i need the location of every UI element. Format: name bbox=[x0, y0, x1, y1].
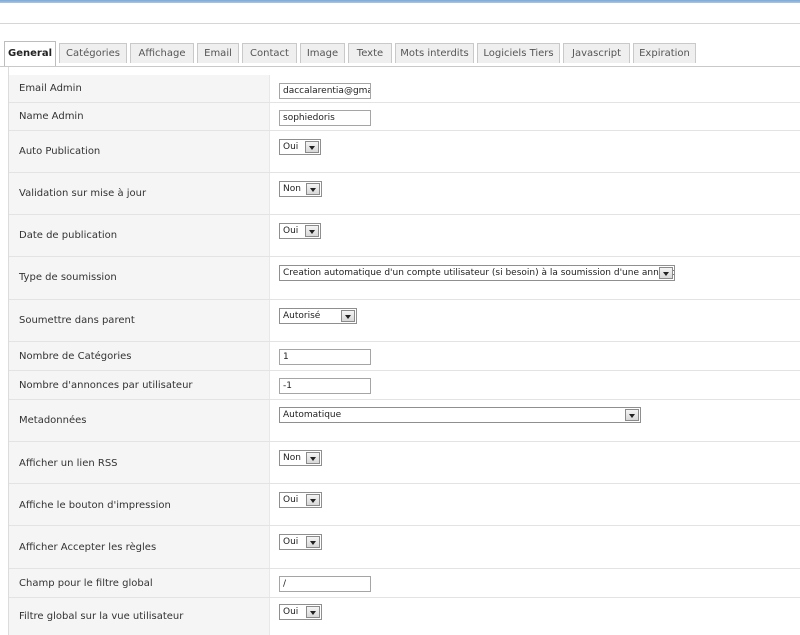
filtre-global-champ-label: Champ pour le filtre global bbox=[19, 578, 153, 589]
date-publication-select[interactable]: Oui bbox=[279, 223, 321, 239]
filtre-global-vue-select[interactable]: Oui bbox=[279, 604, 322, 620]
tab-texte[interactable]: Texte bbox=[348, 43, 392, 63]
type-soumission-select[interactable]: Creation automatique d'un compte utilisa… bbox=[279, 265, 675, 281]
validation-mise-a-jour-label: Validation sur mise à jour bbox=[19, 188, 147, 199]
auto-publication-label: Auto Publication bbox=[19, 146, 101, 157]
metadonnees-select[interactable]: Automatique bbox=[279, 407, 641, 423]
row-date-publication: Date de publication Oui bbox=[9, 215, 800, 257]
filtre-global-vue-label: Filtre global sur la vue utilisateur bbox=[19, 611, 184, 622]
dropdown-arrow-icon bbox=[306, 606, 320, 618]
row-filtre-global-vue: Filtre global sur la vue utilisateur Oui bbox=[9, 598, 800, 635]
type-soumission-label: Type de soumission bbox=[19, 272, 117, 283]
dropdown-arrow-icon bbox=[305, 141, 319, 153]
email-admin-label: Email Admin bbox=[19, 83, 82, 94]
filtre-global-champ-input[interactable]: / bbox=[279, 576, 371, 592]
dropdown-arrow-icon bbox=[306, 536, 320, 548]
dropdown-arrow-icon bbox=[306, 494, 320, 506]
row-metadonnees: Metadonnées Automatique bbox=[9, 400, 800, 442]
tab-logiciels-tiers[interactable]: Logiciels Tiers bbox=[477, 43, 560, 63]
dropdown-arrow-icon bbox=[659, 267, 673, 279]
soumettre-parent-label: Soumettre dans parent bbox=[19, 315, 135, 326]
auto-publication-select[interactable]: Oui bbox=[279, 139, 321, 155]
settings-tabs: General Catégories Affichage Email Conta… bbox=[0, 40, 800, 67]
row-soumettre-parent: Soumettre dans parent Autorisé bbox=[9, 300, 800, 342]
lien-rss-label: Afficher un lien RSS bbox=[19, 458, 118, 469]
tab-expiration[interactable]: Expiration bbox=[633, 43, 696, 63]
row-nombre-categories: Nombre de Catégories 1 bbox=[9, 342, 800, 371]
bouton-impression-select[interactable]: Oui bbox=[279, 492, 322, 508]
nombre-annonces-label: Nombre d'annonces par utilisateur bbox=[19, 380, 193, 391]
tab-general[interactable]: General bbox=[4, 41, 56, 66]
lien-rss-select[interactable]: Non bbox=[279, 450, 322, 466]
tab-contact[interactable]: Contact bbox=[242, 43, 297, 63]
metadonnees-label: Metadonnées bbox=[19, 415, 87, 426]
bouton-impression-label: Affiche le bouton d'impression bbox=[19, 500, 171, 511]
nombre-categories-input[interactable]: 1 bbox=[279, 349, 371, 365]
nombre-annonces-input[interactable]: -1 bbox=[279, 378, 371, 394]
row-accepter-regles: Afficher Accepter les règles Oui bbox=[9, 526, 800, 569]
tab-categories[interactable]: Catégories bbox=[59, 43, 127, 63]
tab-javascript[interactable]: Javascript bbox=[563, 43, 630, 63]
dropdown-arrow-icon bbox=[625, 409, 639, 421]
dropdown-arrow-icon bbox=[341, 310, 355, 322]
row-filtre-global-champ: Champ pour le filtre global / bbox=[9, 569, 800, 598]
accepter-regles-select[interactable]: Oui bbox=[279, 534, 322, 550]
validation-mise-a-jour-select[interactable]: Non bbox=[279, 181, 322, 197]
email-admin-input[interactable]: daccalarentia@gmail bbox=[279, 83, 371, 99]
row-nombre-annonces: Nombre d'annonces par utilisateur -1 bbox=[9, 371, 800, 400]
dropdown-arrow-icon bbox=[306, 183, 320, 195]
row-lien-rss: Afficher un lien RSS Non bbox=[9, 442, 800, 484]
name-admin-input[interactable]: sophiedoris bbox=[279, 110, 371, 126]
top-toolbar-strip bbox=[0, 3, 800, 24]
row-validation-mise-a-jour: Validation sur mise à jour Non bbox=[9, 173, 800, 215]
dropdown-arrow-icon bbox=[306, 452, 320, 464]
date-publication-label: Date de publication bbox=[19, 230, 118, 241]
soumettre-parent-select[interactable]: Autorisé bbox=[279, 308, 357, 324]
row-name-admin: Name Admin sophiedoris bbox=[9, 103, 800, 131]
tab-affichage[interactable]: Affichage bbox=[130, 43, 194, 63]
row-type-soumission: Type de soumission Creation automatique … bbox=[9, 257, 800, 300]
accepter-regles-label: Afficher Accepter les règles bbox=[19, 542, 157, 553]
row-email-admin: Email Admin daccalarentia@gmail bbox=[9, 75, 800, 103]
name-admin-label: Name Admin bbox=[19, 111, 84, 122]
tab-mots-interdits[interactable]: Mots interdits bbox=[395, 43, 474, 63]
tab-image[interactable]: Image bbox=[300, 43, 345, 63]
general-settings-panel: Email Admin daccalarentia@gmail Name Adm… bbox=[8, 67, 800, 635]
nombre-categories-label: Nombre de Catégories bbox=[19, 351, 132, 362]
tab-email[interactable]: Email bbox=[197, 43, 239, 63]
row-bouton-impression: Affiche le bouton d'impression Oui bbox=[9, 484, 800, 526]
row-auto-publication: Auto Publication Oui bbox=[9, 131, 800, 173]
dropdown-arrow-icon bbox=[305, 225, 319, 237]
